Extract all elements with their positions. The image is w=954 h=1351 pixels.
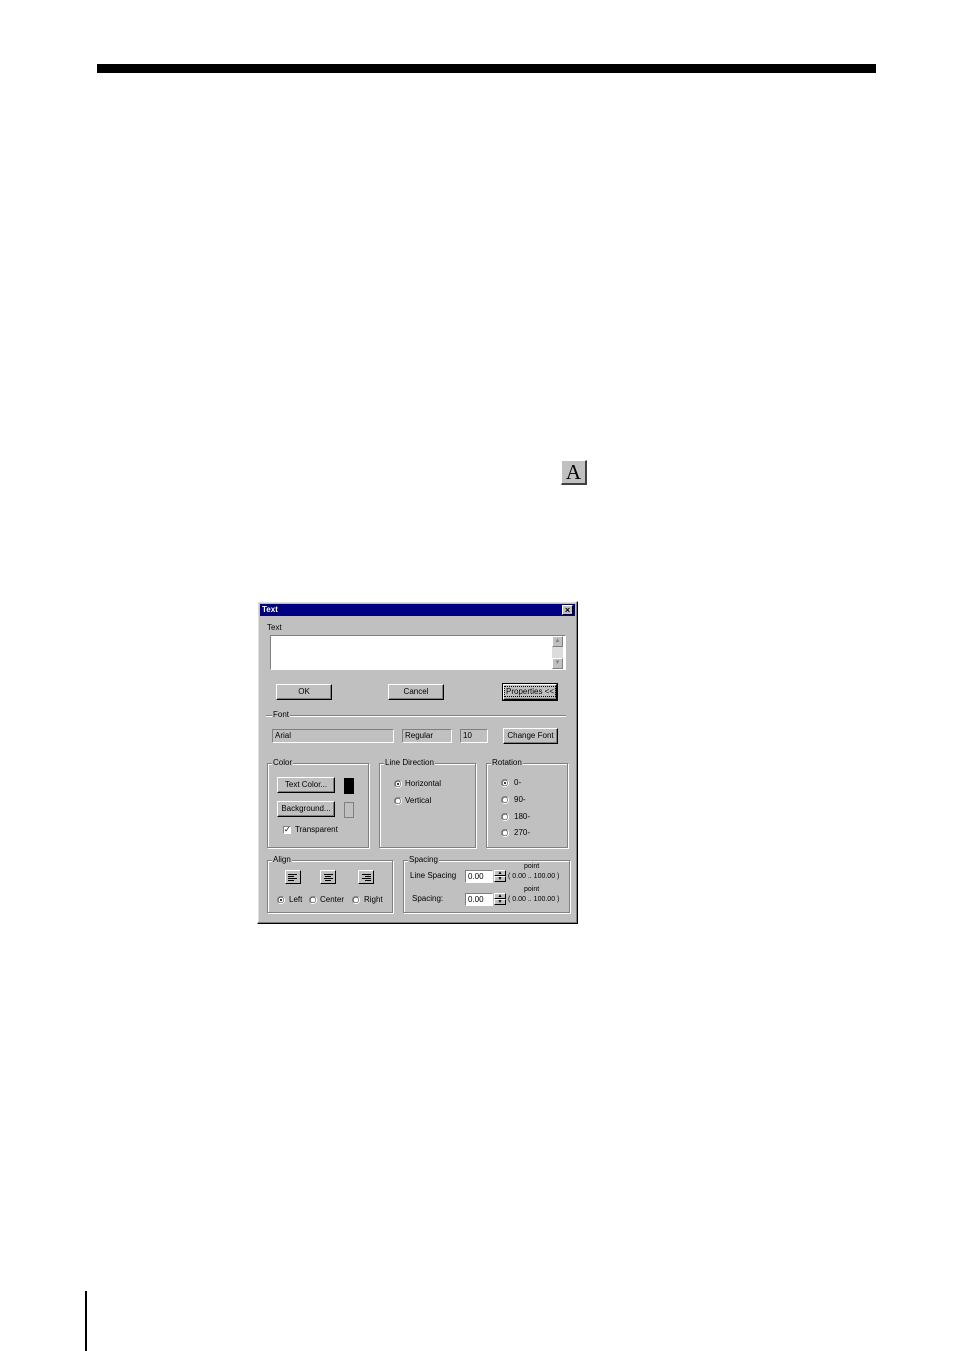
spacing-range: ( 0.00 .. 100.00 ) xyxy=(508,896,560,903)
rotation-270-label: 270- xyxy=(514,828,531,837)
spacing-group: Spacing Line Spacing 0.00 ▲ ▼ point ( 0.… xyxy=(403,855,570,913)
line-direction-group: Line Direction Horizontal Vertical xyxy=(379,758,476,848)
spacing-label: Spacing: xyxy=(412,894,444,903)
font-group-title: Font xyxy=(272,710,291,720)
align-right-label: Right xyxy=(364,895,383,904)
text-label: Text xyxy=(267,623,282,632)
rotation-0-label: 0- xyxy=(514,778,522,787)
font-separator xyxy=(266,715,566,717)
scroll-down-icon[interactable]: ▼ xyxy=(552,658,563,669)
rotation-270-radio[interactable] xyxy=(501,829,509,837)
properties-label: Properties << xyxy=(504,686,557,697)
transparent-checkbox[interactable]: ✓ xyxy=(283,826,291,834)
spacing-unit: point xyxy=(524,886,540,893)
dialog-titlebar: Text × xyxy=(260,604,575,616)
align-left-label: Left xyxy=(289,895,303,904)
spin-down-icon[interactable]: ▼ xyxy=(494,899,506,905)
line-spacing-input[interactable]: 0.00 xyxy=(465,870,493,883)
font-size-field: 10 xyxy=(460,729,488,743)
rotation-group: Rotation 0- 90- 180- 270- xyxy=(486,758,568,848)
spacing-input[interactable]: 0.00 xyxy=(465,893,493,906)
text-color-swatch xyxy=(344,778,354,794)
spacing-spinner[interactable]: ▲ ▼ xyxy=(494,893,506,905)
page-margin-line xyxy=(85,1291,87,1351)
font-name-field: Arial xyxy=(272,729,394,743)
page-header-rule xyxy=(97,64,876,73)
line-spacing-spinner[interactable]: ▲ ▼ xyxy=(494,870,506,882)
text-input[interactable] xyxy=(270,635,566,670)
rotation-0-radio[interactable] xyxy=(501,779,509,787)
background-color-swatch xyxy=(344,802,354,818)
text-dialog: Text × Text ▲ ▼ OK Cancel Properties << … xyxy=(257,601,578,924)
cancel-button[interactable]: Cancel xyxy=(388,684,444,700)
align-right-icon[interactable] xyxy=(358,870,374,884)
line-spacing-range: ( 0.00 .. 100.00 ) xyxy=(508,873,560,880)
align-right-radio[interactable] xyxy=(352,896,360,904)
align-center-radio[interactable] xyxy=(309,896,317,904)
vertical-label: Vertical xyxy=(405,796,432,805)
align-center-icon[interactable] xyxy=(320,870,336,884)
color-group-title: Color xyxy=(272,758,294,768)
spin-down-icon[interactable]: ▼ xyxy=(494,876,506,882)
align-center-label: Center xyxy=(320,895,345,904)
horizontal-label: Horizontal xyxy=(405,779,442,788)
align-left-radio[interactable] xyxy=(277,896,285,904)
scroll-up-icon[interactable]: ▲ xyxy=(552,636,563,647)
text-color-button[interactable]: Text Color... xyxy=(277,777,335,793)
rotation-180-label: 180- xyxy=(514,812,531,821)
rotation-180-radio[interactable] xyxy=(501,813,509,821)
align-group: Align Left Center Right xyxy=(267,855,393,913)
ok-button[interactable]: OK xyxy=(276,684,332,700)
color-group: Color Text Color... Background... ✓ Tran… xyxy=(267,758,369,848)
properties-button[interactable]: Properties << xyxy=(502,683,558,701)
line-spacing-label: Line Spacing xyxy=(410,871,457,880)
align-left-icon[interactable] xyxy=(285,870,301,884)
rotation-group-title: Rotation xyxy=(491,758,523,768)
line-direction-group-title: Line Direction xyxy=(384,758,435,768)
horizontal-radio[interactable] xyxy=(394,780,402,788)
text-tool-icon[interactable]: A xyxy=(561,460,587,485)
rotation-90-radio[interactable] xyxy=(501,796,509,804)
spacing-group-title: Spacing xyxy=(408,855,439,865)
rotation-90-label: 90- xyxy=(514,795,526,804)
change-font-button[interactable]: Change Font xyxy=(503,728,558,744)
close-icon[interactable]: × xyxy=(562,605,573,615)
vertical-radio[interactable] xyxy=(394,797,402,805)
text-scrollbar[interactable]: ▲ ▼ xyxy=(552,636,563,669)
transparent-label: Transparent xyxy=(295,825,338,834)
dialog-title: Text xyxy=(262,605,278,614)
font-style-field: Regular xyxy=(402,729,452,743)
line-spacing-unit: point xyxy=(524,863,540,870)
background-button[interactable]: Background... xyxy=(277,801,335,817)
align-group-title: Align xyxy=(272,855,292,865)
